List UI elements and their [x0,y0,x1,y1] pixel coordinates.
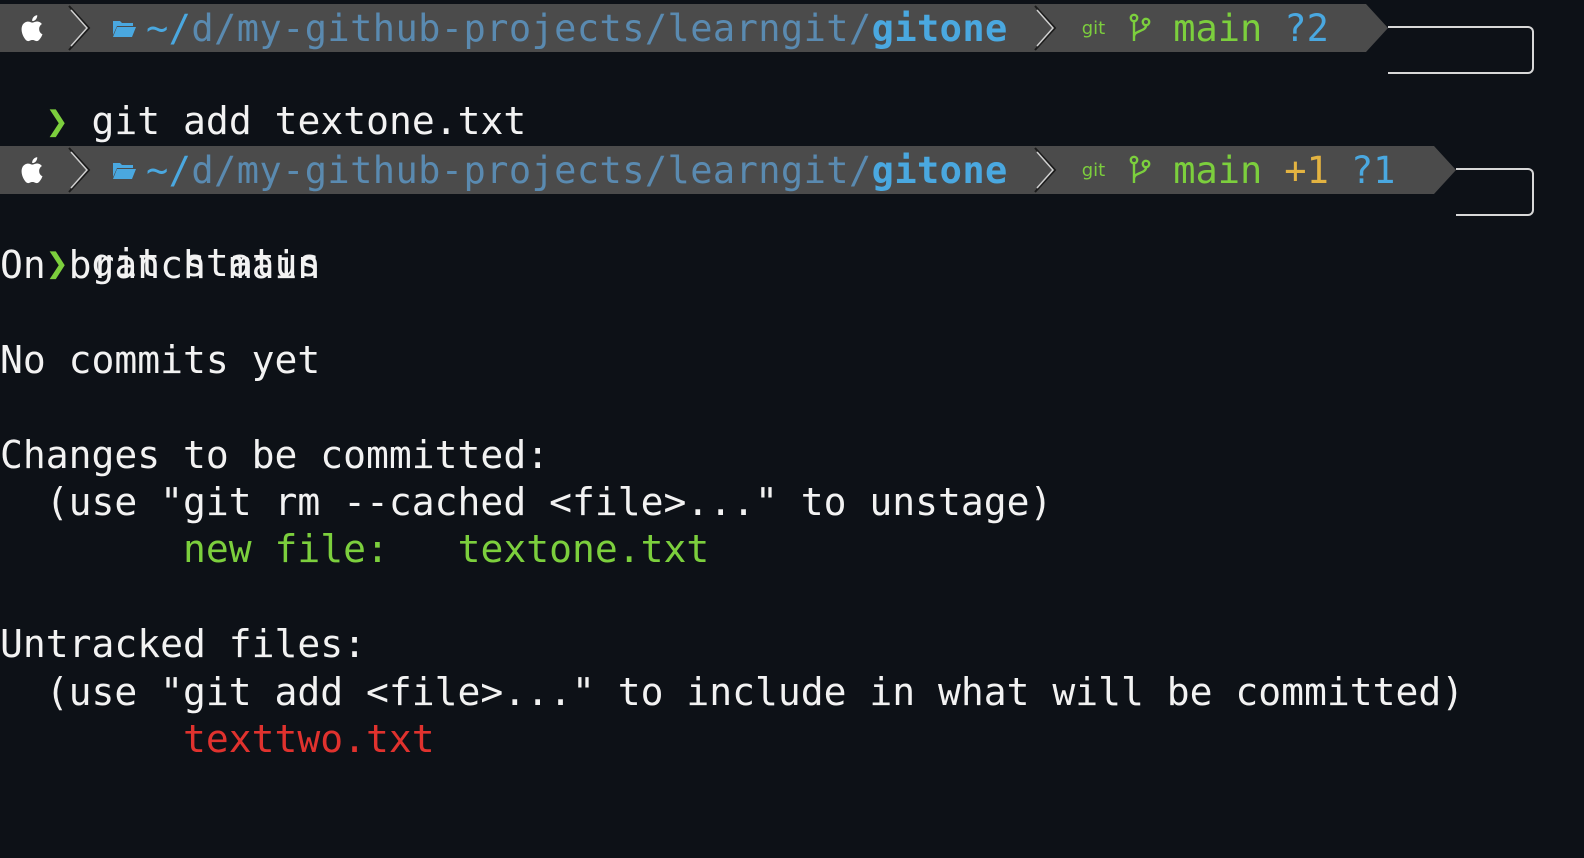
current-path: ~/d/my-github-projects/learngit/gitone [146,6,1008,50]
bar-end-arrow [1434,146,1456,194]
prompt-segments: ~/d/my-github-projects/learngit/gitone g… [0,146,1434,194]
output-branch-line: On branch main [0,243,321,287]
new-file-label: new file: [0,527,458,571]
prompt-segments: ~/d/my-github-projects/learngit/gitone g… [0,4,1366,52]
apple-icon [0,4,62,52]
new-file-name: textone.txt [457,527,710,571]
folder-open-icon [102,4,146,52]
branch-name: main [1173,148,1263,192]
untracked-count: ?1 [1350,148,1396,192]
output-untracked-hint: (use "git add <file>..." to include in w… [0,670,1465,714]
separator-chevron-icon [62,4,96,52]
separator-chevron-icon [62,146,96,194]
prompt-bar-1: ~/d/my-github-projects/learngit/gitone g… [0,4,1560,74]
command-text: git add textone.txt [91,99,527,143]
prompt-connector [1456,168,1534,216]
output-changes-hint: (use "git rm --cached <file>..." to unst… [0,480,1053,524]
apple-icon [0,146,62,194]
current-path: ~/d/my-github-projects/learngit/gitone [146,148,1008,192]
prompt-symbol: ❯ [45,99,69,143]
output-no-commits: No commits yet [0,338,321,382]
staged-count: +1 [1284,148,1329,192]
separator-chevron-icon [1028,146,1062,194]
git-branch-icon [1125,146,1155,194]
branch-name: main [1173,6,1263,50]
output-untracked-header: Untracked files: [0,622,367,666]
git-branch-icon [1125,4,1155,52]
output-untracked-file: texttwo.txt [0,717,435,761]
separator-chevron-icon [1028,4,1062,52]
git-label: git [1081,17,1106,39]
prompt-bar-2: ~/d/my-github-projects/learngit/gitone g… [0,146,1560,216]
prompt-connector [1388,26,1534,74]
output-changes-header: Changes to be committed: [0,433,550,477]
git-label: git [1081,159,1106,181]
output-new-file: new file: textone.txt [0,526,709,572]
command-line-2: ❯ git status [0,194,321,285]
bar-end-arrow [1366,4,1388,52]
folder-open-icon [102,146,146,194]
untracked-count: ?2 [1284,6,1329,50]
command-line-1: ❯ git add textone.txt [0,52,526,143]
